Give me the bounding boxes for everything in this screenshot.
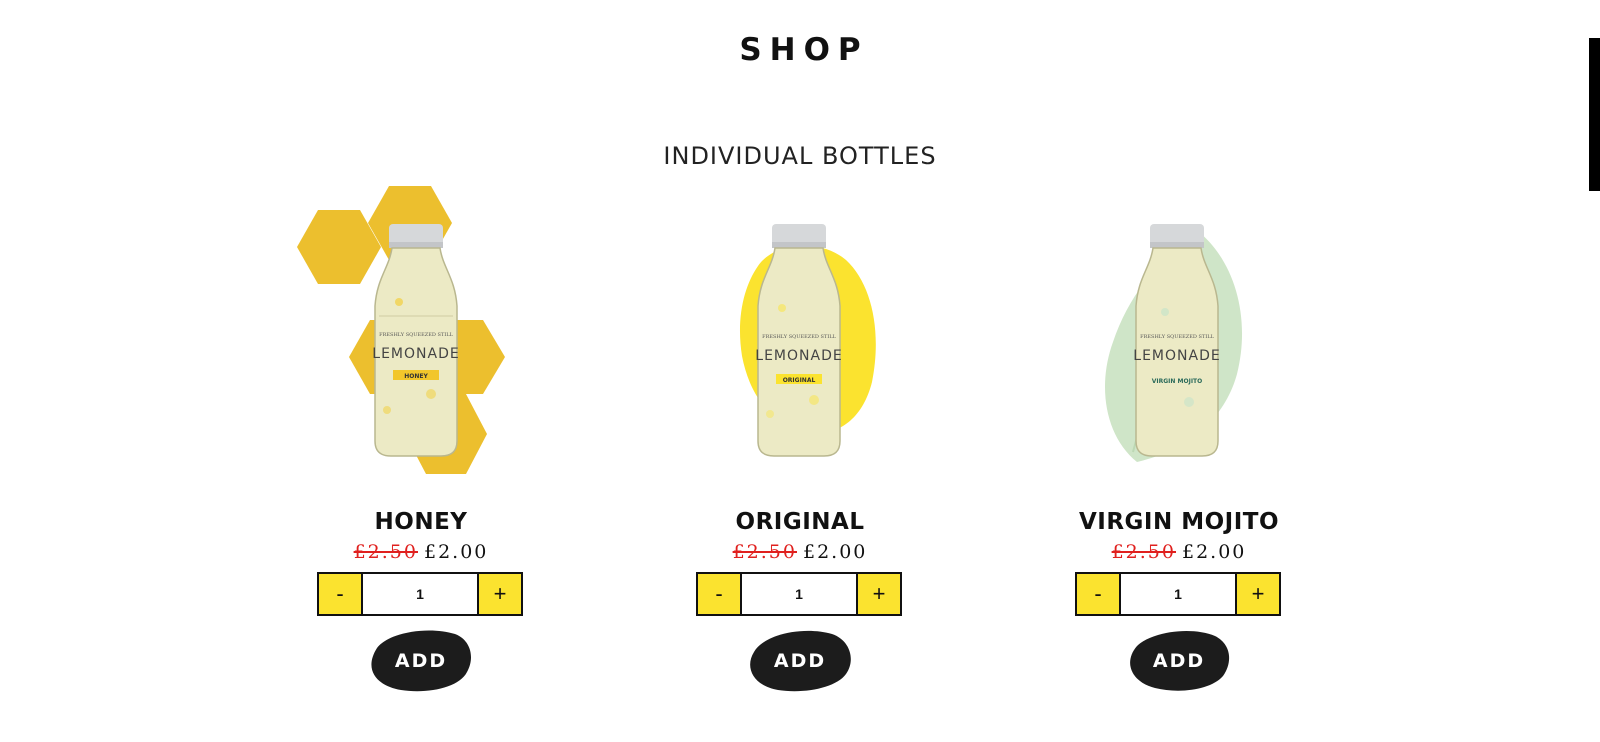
original-price: £2.50: [353, 541, 418, 563]
product-card-original: FRESHLY SQUEEZED STILL LEMONADE ORIGINAL…: [650, 186, 950, 706]
svg-text:FRESHLY SQUEEZED STILL: FRESHLY SQUEEZED STILL: [379, 332, 453, 338]
svg-text:ORIGINAL: ORIGINAL: [783, 377, 816, 384]
sale-price: £2.00: [424, 541, 489, 563]
svg-text:HONEY: HONEY: [404, 373, 428, 380]
decrease-quantity-button[interactable]: -: [319, 574, 363, 614]
add-to-cart-button[interactable]: ADD: [746, 628, 854, 694]
svg-text:FRESHLY SQUEEZED STILL: FRESHLY SQUEEZED STILL: [1140, 334, 1214, 340]
add-label: ADD: [394, 650, 448, 672]
virgin-mojito-bottle-image: FRESHLY SQUEEZED STILL LEMONADE VIRGIN M…: [1105, 224, 1243, 462]
quantity-stepper: - +: [1075, 572, 1281, 616]
product-name: HONEY: [374, 509, 468, 535]
quantity-stepper: - +: [696, 572, 902, 616]
decrease-quantity-button[interactable]: -: [698, 574, 742, 614]
quantity-input[interactable]: [363, 574, 477, 614]
sale-price: £2.00: [1182, 541, 1247, 563]
svg-text:LEMONADE: LEMONADE: [755, 348, 842, 364]
add-label: ADD: [1152, 650, 1206, 672]
add-to-cart-button[interactable]: ADD: [1125, 628, 1233, 694]
sale-price: £2.00: [803, 541, 868, 563]
original-bottle-image: FRESHLY SQUEEZED STILL LEMONADE ORIGINAL: [739, 224, 876, 457]
svg-text:LEMONADE: LEMONADE: [1133, 348, 1220, 364]
svg-text:FRESHLY SQUEEZED STILL: FRESHLY SQUEEZED STILL: [762, 334, 836, 340]
increase-quantity-button[interactable]: +: [1235, 574, 1279, 614]
svg-text:VIRGIN MOJITO: VIRGIN MOJITO: [1152, 378, 1203, 385]
quantity-input[interactable]: [742, 574, 856, 614]
price-row: £2.50 £2.00: [650, 541, 950, 563]
section-title: INDIVIDUAL BOTTLES: [663, 142, 937, 170]
honey-bottle-image: FRESHLY SQUEEZED STILL LEMONADE HONEY: [297, 186, 505, 474]
svg-text:LEMONADE: LEMONADE: [372, 346, 459, 362]
add-label: ADD: [773, 650, 827, 672]
scroll-indicator[interactable]: [1589, 38, 1600, 191]
increase-quantity-button[interactable]: +: [856, 574, 900, 614]
product-name: VIRGIN MOJITO: [1078, 509, 1280, 535]
decrease-quantity-button[interactable]: -: [1077, 574, 1121, 614]
product-name: ORIGINAL: [735, 509, 865, 535]
price-row: £2.50 £2.00: [271, 541, 571, 563]
price-row: £2.50 £2.00: [1029, 541, 1329, 563]
original-price: £2.50: [1111, 541, 1176, 563]
quantity-input[interactable]: [1121, 574, 1235, 614]
original-price: £2.50: [732, 541, 797, 563]
increase-quantity-button[interactable]: +: [477, 574, 521, 614]
product-card-honey: FRESHLY SQUEEZED STILL LEMONADE HONEY HO…: [271, 186, 571, 706]
product-card-virgin-mojito: FRESHLY SQUEEZED STILL LEMONADE VIRGIN M…: [1029, 186, 1329, 706]
page-title: SHOP: [739, 32, 869, 68]
add-to-cart-button[interactable]: ADD: [367, 628, 475, 694]
quantity-stepper: - +: [317, 572, 523, 616]
